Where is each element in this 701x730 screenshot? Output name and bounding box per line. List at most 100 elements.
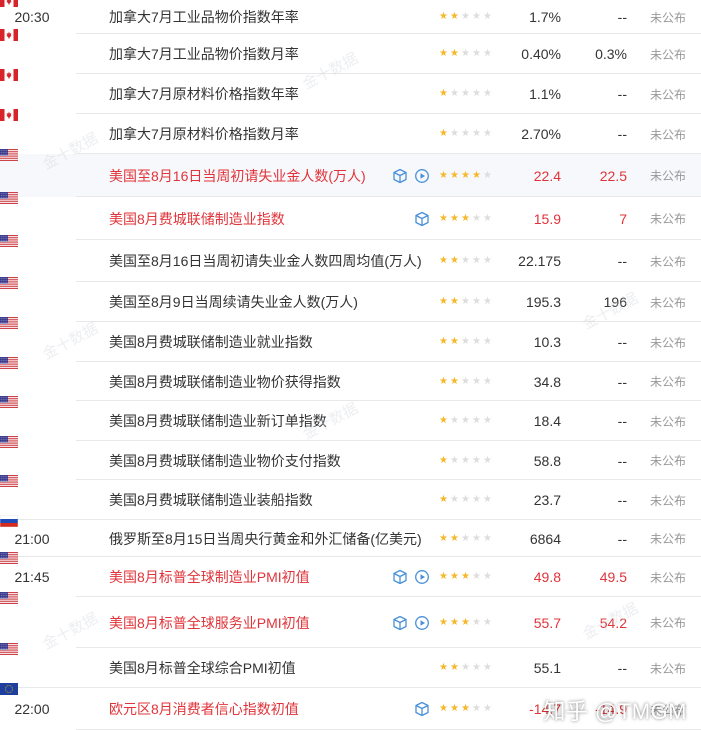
table-row[interactable]: 美国8月费城联储制造业就业指数 ★ ★ ★ ★ ★ 10.3 -- 未公布 [0, 317, 701, 362]
table-row[interactable]: 美国8月费城联储制造业物价获得指数 ★ ★ ★ ★ ★ 34.8 -- 未公布 [0, 357, 701, 401]
star-icon: ★ [461, 703, 470, 714]
table-row[interactable]: 美国8月费城联储制造业指数 ★ ★ ★ ★ ★ 15.9 7 未公布 [0, 192, 701, 240]
star-icon: ★ [461, 454, 470, 466]
table-row[interactable]: 20:30 加拿大7月工业品物价指数年率 ★ ★ ★ ★ ★ 1.7% -- 未公布 [0, 0, 701, 34]
actual-value: 1.7% [529, 9, 561, 25]
star-icon: ★ [461, 296, 470, 307]
star-icon: ★ [450, 415, 459, 426]
table-row[interactable]: 美国8月费城联储制造业新订单指数 ★ ★ ★ ★ ★ 18.4 -- 未公布 [0, 396, 701, 441]
event-icons [376, 520, 430, 557]
actual-value: 0.40% [521, 46, 561, 62]
event-name[interactable]: 俄罗斯至8月15日当周央行黄金和外汇储备(亿美元) [109, 520, 422, 557]
event-name[interactable]: 美国至8月9日当周续请失业金人数(万人) [109, 282, 371, 322]
previous-value: 未公布 [650, 414, 687, 429]
actual-value: 18.4 [533, 413, 561, 429]
table-row[interactable]: 美国至8月16日当周初请失业金人数(万人) ★ ★ ★ ★ ★ 22.4 22.5 未公布 [0, 149, 701, 197]
star-icon: ★ [472, 336, 481, 347]
star-icon: ★ [439, 571, 448, 582]
star-icon: ★ [450, 296, 459, 307]
table-row[interactable]: 21:45 美国8月标普全球制造业PMI初值 ★ ★ ★ ★ ★ 49.8 49.5 未公布 [0, 552, 701, 597]
table-row[interactable]: 21:00 俄罗斯至8月15日当周央行黄金和外汇储备(亿美元) ★ ★ ★ ★ ★ 6864-… [0, 514, 701, 557]
previous-value: 未公布 [650, 169, 687, 183]
table-row[interactable]: 美国8月费城联储制造业装船指数 ★ ★ ★ ★ ★ 23.7 -- 未公布 [0, 475, 701, 520]
star-icon: ★ [483, 662, 492, 673]
event-name[interactable]: 美国8月费城联储制造业装船指数 [109, 480, 371, 520]
event-name[interactable]: 美国至8月16日当周初请失业金人数(万人) [109, 154, 371, 197]
table-row[interactable]: 加拿大7月原材料价格指数年率 ★ ★ ★ ★ ★ 1.1% -- 未公布 [0, 69, 701, 114]
importance-stars: ★ ★ ★ ★ ★ [438, 0, 498, 34]
star-icon: ★ [483, 255, 492, 266]
previous-value: 未公布 [650, 10, 687, 25]
star-icon: ★ [461, 494, 470, 505]
table-row[interactable]: 美国8月标普全球综合PMI初值 ★ ★ ★ ★ ★ 55.1 -- 未公布 [0, 643, 701, 688]
importance-stars: ★ ★ ★ ★ ★ [438, 74, 498, 114]
star-icon: ★ [439, 415, 448, 426]
play-icon[interactable] [414, 569, 430, 585]
cube-icon[interactable] [392, 569, 408, 585]
cube-icon[interactable] [392, 615, 408, 631]
star-icon: ★ [439, 616, 448, 628]
star-icon: ★ [461, 616, 470, 628]
star-icon: ★ [439, 88, 448, 99]
star-icon: ★ [461, 88, 470, 99]
star-icon: ★ [450, 336, 459, 347]
cube-icon[interactable] [414, 211, 430, 227]
cube-icon[interactable] [414, 701, 430, 717]
event-icons [376, 441, 430, 480]
forecast-value: -- [617, 530, 627, 547]
table-row[interactable]: 加拿大7月工业品物价指数月率 ★ ★ ★ ★ ★ 0.40% 0.3% 未公布 [0, 29, 701, 74]
event-icons [376, 648, 430, 688]
event-name[interactable]: 美国8月费城联储制造业就业指数 [109, 322, 371, 362]
event-name[interactable]: 美国8月标普全球综合PMI初值 [109, 648, 371, 688]
forecast-value: 0.3% [595, 46, 627, 62]
event-name[interactable]: 加拿大7月工业品物价指数月率 [109, 34, 371, 74]
actual-value: 195.3 [525, 294, 561, 310]
event-time [0, 597, 64, 648]
table-row[interactable]: 美国8月费城联储制造业物价支付指数 ★ ★ ★ ★ ★ 58.8 -- 未公布 [0, 436, 701, 480]
star-icon: ★ [483, 11, 492, 22]
star-icon: ★ [450, 255, 459, 266]
table-row[interactable]: 加拿大7月原材料价格指数月率 ★ ★ ★ ★ ★ 2.70% -- 未公布 [0, 109, 701, 154]
previous-value: 未公布 [650, 87, 687, 102]
table-row[interactable]: 美国至8月9日当周续请失业金人数(万人) ★ ★ ★ ★ ★ 195.3 196 未公布 [0, 277, 701, 322]
event-name[interactable]: 美国8月费城联储制造业新订单指数 [109, 401, 371, 441]
previous-value: 未公布 [650, 454, 687, 468]
event-name[interactable]: 加拿大7月原材料价格指数月率 [109, 114, 371, 154]
forecast-value: 22.5 [599, 167, 627, 184]
actual-value: 23.7 [533, 492, 561, 508]
importance-stars: ★ ★ ★ ★ ★ [438, 597, 498, 648]
star-icon: ★ [483, 296, 492, 307]
event-name[interactable]: 美国8月费城联储制造业物价获得指数 [109, 362, 371, 401]
star-icon: ★ [472, 662, 481, 673]
event-icons [376, 240, 430, 282]
star-icon: ★ [461, 212, 470, 224]
star-icon: ★ [450, 11, 459, 22]
star-icon: ★ [461, 415, 470, 426]
event-name[interactable]: 欧元区8月消费者信心指数初值 [109, 688, 371, 730]
cube-icon[interactable] [392, 168, 408, 184]
event-icons [376, 282, 430, 322]
previous-value: 未公布 [650, 47, 687, 62]
play-icon[interactable] [414, 168, 430, 184]
star-icon: ★ [472, 169, 481, 181]
event-time: 22:00 [14, 701, 50, 717]
event-name[interactable]: 加拿大7月原材料价格指数年率 [109, 74, 371, 114]
star-icon: ★ [450, 532, 459, 544]
event-name[interactable]: 美国8月费城联储制造业物价支付指数 [109, 441, 371, 480]
table-row[interactable]: 美国至8月16日当周初请失业金人数四周均值(万人) ★ ★ ★ ★ ★ 22.175 -- 未公… [0, 235, 701, 282]
actual-value: 22.4 [533, 167, 561, 184]
event-name[interactable]: 加拿大7月工业品物价指数年率 [109, 0, 371, 34]
play-icon[interactable] [414, 615, 430, 631]
table-row[interactable]: 美国8月标普全球服务业PMI初值 ★ ★ ★ ★ ★ 55.7 54.2 未公布 [0, 592, 701, 648]
actual-value: 49.8 [533, 569, 561, 585]
star-icon: ★ [472, 415, 481, 426]
event-icons [376, 34, 430, 74]
importance-stars: ★ ★ ★ ★ ★ [438, 154, 498, 197]
event-name[interactable]: 美国至8月16日当周初请失业金人数四周均值(万人) [109, 240, 422, 282]
event-name[interactable]: 美国8月标普全球服务业PMI初值 [109, 597, 371, 648]
event-name[interactable]: 美国8月费城联储制造业指数 [109, 197, 371, 240]
forecast-value: -- [617, 86, 627, 102]
event-name[interactable]: 美国8月标普全球制造业PMI初值 [109, 557, 371, 597]
star-icon: ★ [439, 128, 448, 139]
importance-stars: ★ ★ ★ ★ ★ [438, 688, 498, 730]
